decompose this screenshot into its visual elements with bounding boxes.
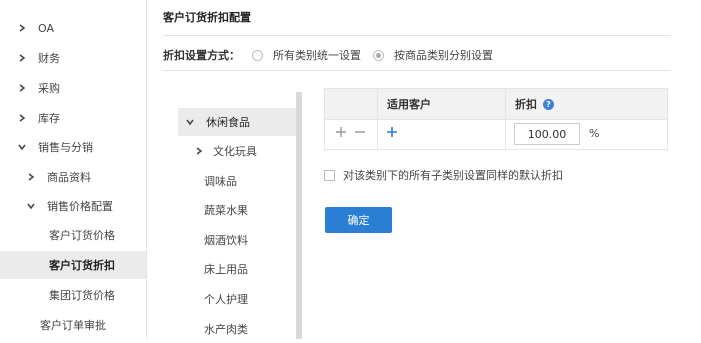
radio-unified-label[interactable]: 所有类别统一设置: [273, 47, 361, 63]
header-cell-discount: 折扣 ?: [515, 89, 554, 119]
sidebar-item-sales-distribution[interactable]: 销售与分销: [0, 133, 146, 161]
sidebar-item-label: 销售与分销: [38, 141, 93, 154]
column-divider: [377, 89, 378, 149]
header-cell-actions: [325, 89, 377, 119]
sidebar-item-purchase[interactable]: 采购: [0, 74, 146, 102]
category-item-snacks[interactable]: 休闲食品: [178, 108, 296, 136]
sidebar: OA 财务 采购 库存 销售与分销 商品资料 销售价格配置 客户订货价格 客户订…: [0, 0, 147, 339]
discount-input[interactable]: [514, 123, 580, 145]
radio-by-category-label[interactable]: 按商品类别分别设置: [394, 47, 493, 63]
chevron-right-icon: [16, 84, 28, 92]
chevron-down-icon: [184, 118, 196, 126]
chevron-down-icon: [25, 202, 37, 210]
category-item-label: 调味品: [204, 175, 237, 188]
apply-subcategories-row: 对该类别下的所有子类别设置同样的默认折扣: [324, 167, 563, 183]
chevron-right-icon: [193, 147, 205, 155]
discount-mode-label: 折扣设置方式：: [163, 49, 240, 62]
sidebar-item-label: 采购: [38, 82, 60, 95]
sidebar-item-group-order-price[interactable]: 集团订货价格: [0, 281, 146, 309]
sidebar-item-oa[interactable]: OA: [0, 14, 146, 42]
discount-table: 适用客户 折扣 ? %: [324, 88, 668, 150]
sidebar-item-label: 集团订货价格: [49, 289, 115, 302]
sidebar-item-customer-order-discount[interactable]: 客户订货折扣: [0, 251, 146, 279]
radio-unified[interactable]: [252, 49, 263, 61]
category-item-label: 蔬菜水果: [204, 204, 248, 217]
help-icon[interactable]: ?: [543, 98, 554, 110]
radio-by-category[interactable]: [373, 49, 384, 61]
minus-icon[interactable]: [354, 126, 366, 138]
category-item-label: 烟酒饮料: [204, 234, 248, 247]
page-title: 客户订货折扣配置: [163, 11, 251, 24]
category-item-label: 床上用品: [204, 263, 248, 276]
category-item-label: 个人护理: [204, 293, 248, 306]
sidebar-item-label: 商品资料: [47, 171, 91, 184]
category-item-stationery-toys[interactable]: 文化玩具: [178, 137, 296, 165]
sidebar-item-customer-order-approval[interactable]: 客户订单审批: [0, 311, 146, 339]
column-divider: [505, 89, 506, 149]
sidebar-item-label: 销售价格配置: [47, 200, 113, 213]
sidebar-item-inventory[interactable]: 库存: [0, 104, 146, 132]
divider: [163, 35, 671, 36]
apply-subcategories-checkbox[interactable]: [324, 169, 335, 181]
category-item-bedding[interactable]: 床上用品: [178, 255, 296, 283]
percent-unit: %: [589, 127, 600, 140]
discount-mode-row: 折扣设置方式： 所有类别统一设置 按商品类别分别设置: [163, 47, 493, 63]
chevron-down-icon: [16, 143, 28, 151]
chevron-right-icon: [16, 54, 28, 62]
chevron-right-icon: [16, 24, 28, 32]
sidebar-item-label: 客户订货折扣: [49, 259, 115, 272]
sidebar-item-product-data[interactable]: 商品资料: [0, 163, 146, 191]
sidebar-item-finance[interactable]: 财务: [0, 44, 146, 72]
header-discount-label: 折扣: [515, 98, 537, 111]
category-tree: 休闲食品 文化玩具 调味品 蔬菜水果 烟酒饮料 床上用品 个人护理 水产肉类: [178, 92, 302, 339]
sidebar-item-label: 库存: [38, 112, 60, 125]
confirm-button[interactable]: 确定: [325, 207, 392, 233]
sidebar-item-label: 财务: [38, 52, 60, 65]
divider: [163, 70, 671, 71]
category-item-label: 文化玩具: [213, 145, 257, 158]
chevron-right-icon: [16, 114, 28, 122]
category-item-vegetables-fruits[interactable]: 蔬菜水果: [178, 196, 296, 224]
category-item-label: 水产肉类: [204, 323, 248, 336]
category-item-personal-care[interactable]: 个人护理: [178, 285, 296, 313]
category-item-label: 休闲食品: [206, 116, 250, 129]
sidebar-item-label: OA: [38, 21, 54, 35]
sidebar-item-label: 客户订单审批: [40, 319, 106, 332]
header-cell-customer: 适用客户: [387, 98, 431, 111]
sidebar-item-customer-order-price[interactable]: 客户订货价格: [0, 221, 146, 249]
sidebar-item-sales-price-config[interactable]: 销售价格配置: [0, 192, 146, 220]
add-customer-icon[interactable]: [386, 126, 398, 138]
sidebar-item-label: 客户订货价格: [49, 229, 115, 242]
apply-subcategories-label[interactable]: 对该类别下的所有子类别设置同样的默认折扣: [343, 167, 563, 183]
category-item-tobacco-drinks[interactable]: 烟酒饮料: [178, 226, 296, 254]
category-scrollbar[interactable]: [296, 92, 302, 339]
chevron-right-icon: [25, 173, 37, 181]
category-item-seasoning[interactable]: 调味品: [178, 167, 296, 195]
plus-icon[interactable]: [335, 126, 347, 138]
